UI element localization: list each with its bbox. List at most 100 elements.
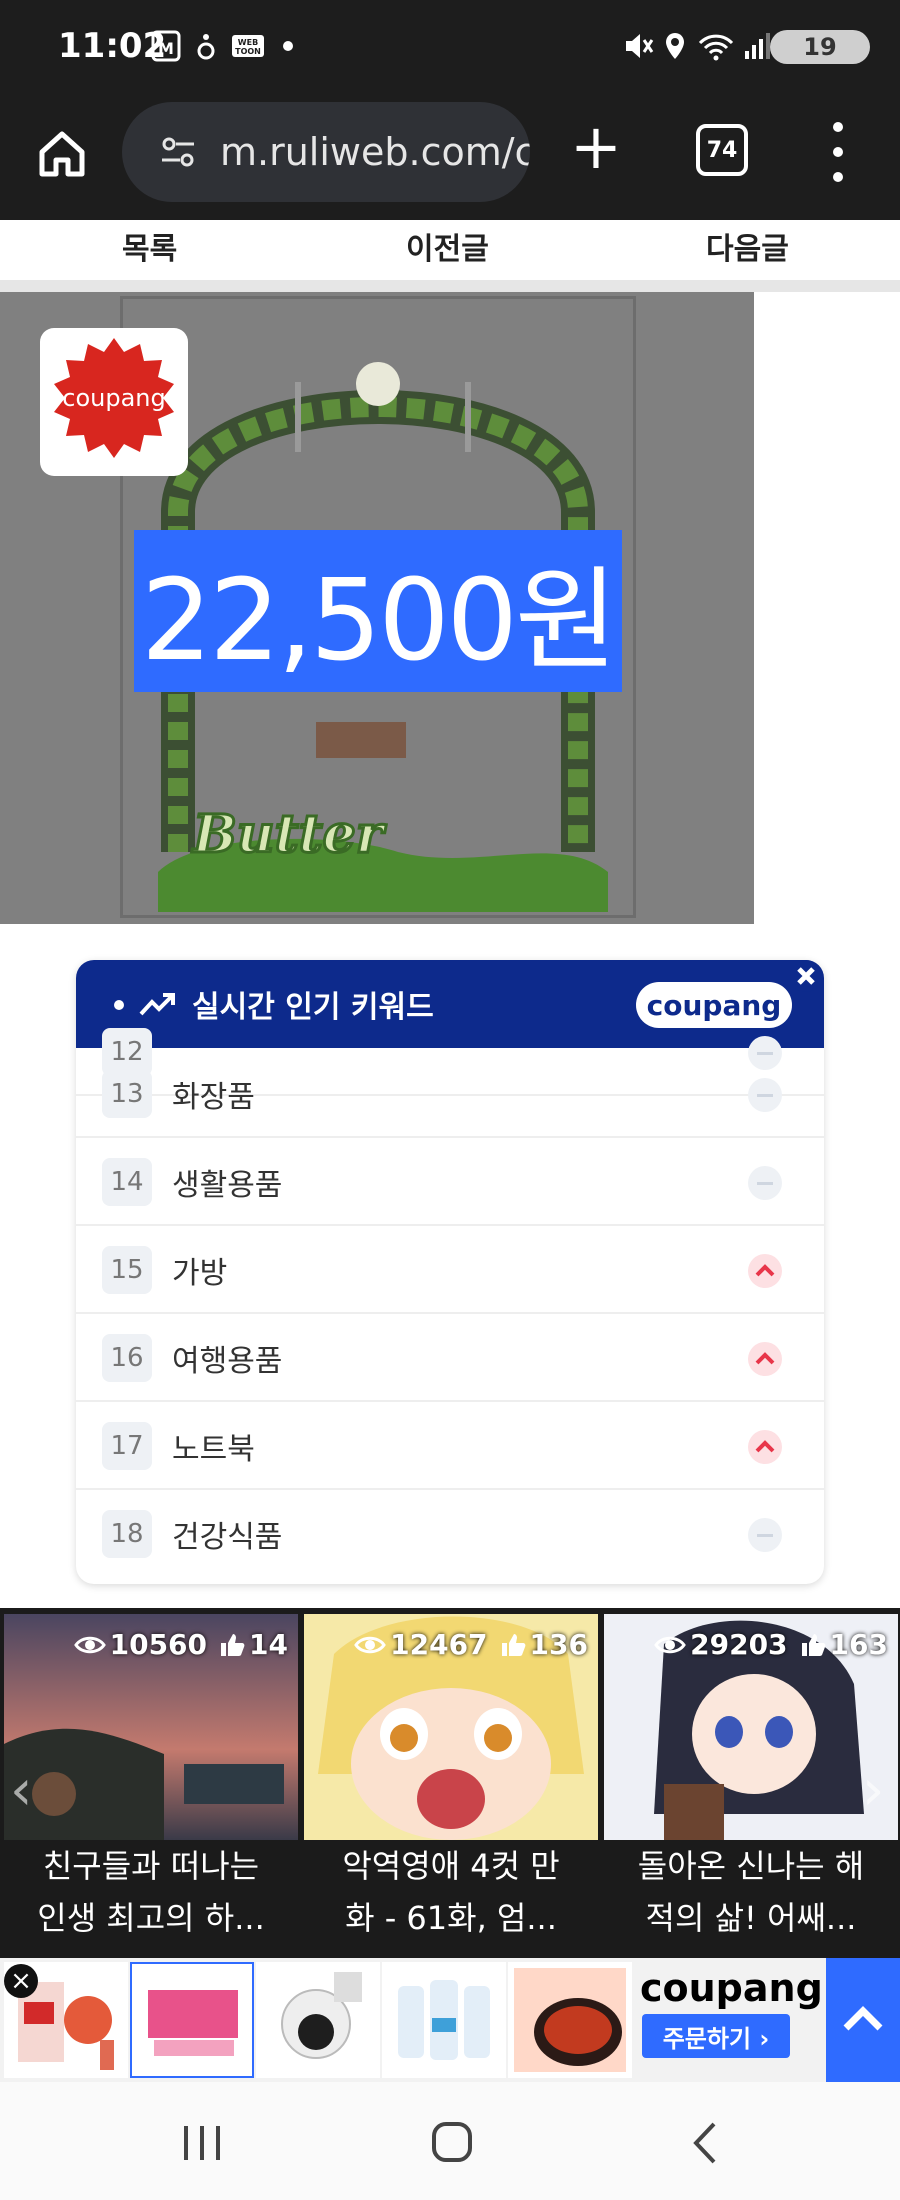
eye-icon (654, 1636, 686, 1653)
like-count-value: 14 (249, 1628, 288, 1661)
battery-indicator: 19 (770, 30, 870, 64)
site-settings-icon[interactable] (158, 132, 198, 172)
keyword-rank: 15 (102, 1246, 152, 1294)
keyword-text: 여행용품 (172, 1344, 283, 1379)
caption-line: 악역영애 4컷 만 (342, 1847, 560, 1885)
caption-line: 화 - 61화, 엄... (345, 1899, 557, 1937)
home-icon[interactable] (30, 122, 94, 186)
notification-icon (194, 30, 218, 62)
like-count-value: 163 (829, 1628, 888, 1661)
dot-icon (280, 30, 296, 62)
post-caption[interactable]: 돌아온 신나는 해 적의 삶! 어쌔... (604, 1840, 898, 1952)
location-icon (662, 30, 688, 62)
back-icon[interactable] (676, 2118, 736, 2168)
keyword-text: 건강식품 (172, 1520, 283, 1555)
order-button[interactable]: 주문하기 › (642, 2014, 790, 2058)
keyword-text: 화장품 (172, 1080, 255, 1115)
eye-icon (73, 1636, 106, 1653)
keyword-row[interactable]: 16 여행용품 (76, 1312, 824, 1402)
list-link[interactable]: 목록 (122, 224, 177, 268)
trend-up-icon (748, 1342, 782, 1376)
post-thumbnail[interactable]: 10560 14 친구들과 떠나는 인생 최고의 하... (4, 1614, 298, 1952)
post-caption[interactable]: 친구들과 떠나는 인생 최고의 하... (4, 1840, 298, 1952)
product-item[interactable] (130, 1962, 254, 2078)
keyword-text: 노트북 (172, 1432, 255, 1467)
coupang-logo-text[interactable]: coupang (640, 1966, 823, 2010)
caption-line: 적의 삶! 어쌔... (645, 1899, 857, 1937)
keyword-row[interactable]: 18 건강식품 (76, 1488, 824, 1576)
tab-switcher-button[interactable]: 74 (696, 124, 748, 176)
system-navigation-bar (0, 2082, 900, 2200)
like-count-value: 136 (529, 1628, 588, 1661)
keyword-rank: 18 (102, 1510, 152, 1558)
next-post-link[interactable]: 다음글 (706, 224, 789, 268)
webtoon-icon: WEB TOON (228, 30, 268, 62)
keyword-text: 가방 (172, 1256, 228, 1291)
related-posts-carousel: 10560 14 친구들과 떠나는 인생 최고의 하... 12467 136 … (0, 1608, 900, 1958)
keyword-text: 생활용품 (172, 1168, 283, 1203)
view-count-value: 29203 (690, 1628, 788, 1661)
post-stats: 29203 163 (604, 1628, 898, 1661)
coupang-ad-banner[interactable]: Butter coupang 22,500원 (0, 292, 754, 924)
url-text[interactable]: m.ruliweb.com/cc (220, 130, 530, 174)
trend-same-icon (748, 1078, 782, 1112)
post-thumbnail[interactable]: 29203 163 돌아온 신나는 해 적의 삶! 어쌔... (604, 1614, 898, 1952)
battery-level: 19 (803, 33, 837, 61)
caption-line: 친구들과 떠나는 (42, 1847, 260, 1885)
keyword-rank: 17 (102, 1422, 152, 1470)
thumbs-up-icon (801, 1633, 825, 1656)
product-item[interactable] (256, 1962, 380, 2078)
view-count: 10560 (73, 1628, 208, 1661)
coupang-logo: coupang (40, 328, 188, 476)
eye-icon (354, 1636, 386, 1653)
butter-logo-text: Butter (191, 804, 387, 865)
view-count-value: 10560 (109, 1628, 208, 1661)
thumbs-up-icon (221, 1633, 245, 1656)
scroll-to-top-button[interactable] (826, 1958, 900, 2082)
carousel-prev-icon[interactable]: ‹ (10, 1758, 40, 1828)
post-caption[interactable]: 악역영애 4컷 만 화 - 61화, 엄... (304, 1840, 598, 1952)
close-ad-icon[interactable]: × (4, 1964, 38, 1998)
signal-icon (742, 30, 772, 62)
status-bar: 11:02 M WEB TOON 19 (0, 0, 900, 96)
close-icon[interactable] (788, 958, 824, 994)
product-item[interactable] (508, 1962, 632, 2078)
chevron-up-icon (843, 2006, 883, 2031)
mute-icon (622, 30, 656, 62)
keyword-rank: 16 (102, 1334, 152, 1382)
keyword-row[interactable]: 13 화장품 (76, 1048, 824, 1138)
coupang-logo-text: coupang (62, 384, 165, 412)
keyword-row[interactable]: 15 가방 (76, 1224, 824, 1314)
caption-line: 인생 최고의 하... (37, 1899, 265, 1937)
thumbs-up-icon (501, 1633, 525, 1656)
trend-same-icon (748, 1166, 782, 1200)
more-menu-icon[interactable] (826, 122, 850, 182)
post-navigation: 목록 이전글 다음글 (0, 220, 900, 292)
trend-up-icon (748, 1254, 782, 1288)
like-count: 136 (500, 1628, 588, 1661)
like-count: 163 (800, 1628, 888, 1661)
svg-text:M: M (158, 39, 174, 58)
new-tab-button[interactable]: + (568, 116, 624, 178)
home-button-icon[interactable] (422, 2118, 482, 2168)
caption-line: 돌아온 신나는 해 (637, 1847, 865, 1885)
post-thumbnail[interactable]: 12467 136 악역영애 4컷 만 화 - 61화, 엄... (304, 1614, 598, 1952)
trend-same-icon (748, 1518, 782, 1552)
address-bar[interactable]: m.ruliweb.com/cc (122, 102, 530, 202)
realtime-keyword-widget: 실시간 인기 키워드 coupang 12 13 화장품 14 생활용품 15 … (76, 960, 824, 1584)
trend-up-icon (748, 1430, 782, 1464)
keyword-row[interactable]: 17 노트북 (76, 1400, 824, 1490)
product-item[interactable] (382, 1962, 506, 2078)
like-count: 14 (219, 1628, 288, 1661)
keyword-row[interactable]: 14 생활용품 (76, 1136, 824, 1226)
recent-apps-icon[interactable] (172, 2118, 232, 2168)
svg-text:WEB: WEB (238, 38, 258, 47)
price-label: 22,500원 (134, 530, 622, 692)
post-stats: 12467 136 (304, 1628, 598, 1661)
lock-app-icon: M (150, 30, 182, 62)
browser-toolbar: m.ruliweb.com/cc + 74 (0, 96, 900, 220)
prev-post-link[interactable]: 이전글 (406, 224, 489, 268)
view-count: 29203 (654, 1628, 788, 1661)
svg-text:TOON: TOON (235, 47, 261, 56)
carousel-next-icon[interactable]: › (862, 1758, 892, 1828)
